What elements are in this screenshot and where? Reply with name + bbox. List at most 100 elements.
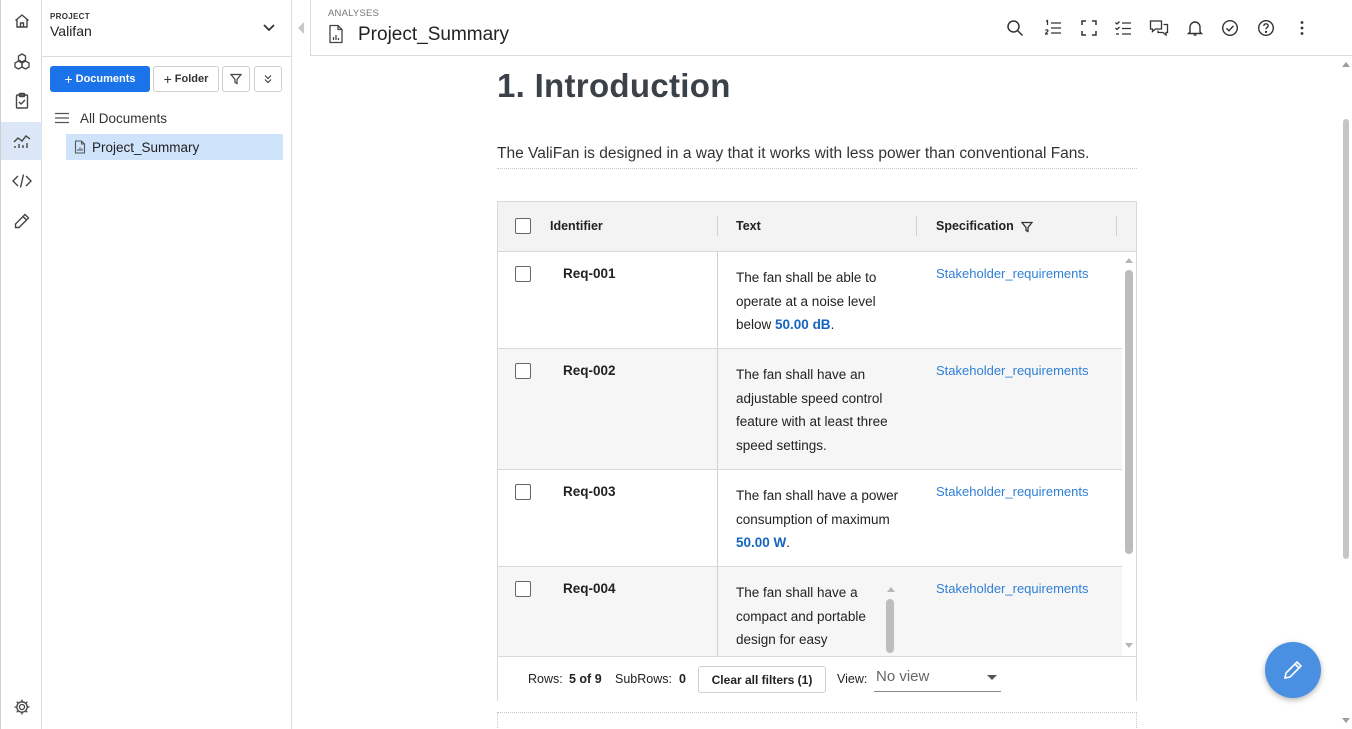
chevron-down-icon[interactable] bbox=[260, 18, 278, 36]
requirement-id[interactable]: Req-002 bbox=[563, 363, 616, 378]
column-header-text[interactable]: Text bbox=[736, 219, 761, 233]
more-vertical-icon[interactable] bbox=[1290, 16, 1314, 40]
value-link[interactable]: 50.00 W bbox=[736, 535, 786, 550]
project-label: PROJECT bbox=[50, 12, 90, 21]
column-resizer[interactable] bbox=[717, 216, 718, 236]
comments-icon[interactable] bbox=[1147, 16, 1171, 40]
text-segment: . bbox=[786, 535, 791, 551]
subrows-label: SubRows: bbox=[615, 672, 672, 686]
edit-fab-button[interactable] bbox=[1265, 642, 1321, 698]
filter-button[interactable] bbox=[222, 66, 250, 92]
collapse-panel-handle[interactable] bbox=[292, 0, 310, 56]
intro-paragraph[interactable]: The ValiFan is designed in a way that it… bbox=[497, 145, 1137, 169]
add-documents-button[interactable]: + Documents bbox=[50, 66, 150, 92]
search-icon[interactable] bbox=[1003, 16, 1027, 40]
page-scrollbar[interactable] bbox=[1340, 57, 1352, 729]
check-circle-icon[interactable] bbox=[1218, 16, 1242, 40]
scroll-down-arrow-icon[interactable] bbox=[1125, 643, 1133, 649]
requirement-text[interactable]: The fan shall be able to operate at a no… bbox=[736, 266, 911, 337]
cell-scrollbar-thumb[interactable] bbox=[886, 599, 894, 653]
select-all-checkbox[interactable] bbox=[515, 218, 531, 234]
panel-divider bbox=[42, 56, 292, 57]
tree-item-project-summary[interactable]: Project_Summary bbox=[66, 134, 283, 160]
specification-link[interactable]: Stakeholder_requirements bbox=[936, 484, 1088, 499]
tree-item-label: Project_Summary bbox=[92, 139, 200, 155]
requirement-text[interactable]: The fan shall have a compact and portabl… bbox=[736, 581, 886, 652]
value-link[interactable]: 50.00 dB bbox=[775, 317, 831, 332]
expand-all-button[interactable] bbox=[254, 66, 282, 92]
specification-link[interactable]: Stakeholder_requirements bbox=[936, 266, 1088, 281]
clipboard-check-icon[interactable] bbox=[1, 82, 42, 120]
home-icon[interactable] bbox=[1, 2, 42, 40]
table-scrollbar[interactable] bbox=[1122, 252, 1136, 656]
add-documents-label: Documents bbox=[75, 73, 136, 85]
scroll-up-arrow-icon[interactable] bbox=[887, 586, 895, 592]
row-checkbox[interactable] bbox=[515, 484, 531, 500]
specification-link[interactable]: Stakeholder_requirements bbox=[936, 581, 1088, 596]
table-row[interactable]: Req-001 The fan shall be able to operate… bbox=[498, 252, 1122, 349]
document-content: 1. Introduction The ValiFan is designed … bbox=[292, 57, 1340, 729]
caret-down-icon bbox=[987, 675, 997, 680]
requirement-id[interactable]: Req-003 bbox=[563, 484, 616, 499]
analyses-chart-icon[interactable] bbox=[1, 122, 42, 160]
help-icon[interactable] bbox=[1254, 16, 1278, 40]
section-heading: 1. Introduction bbox=[497, 67, 731, 104]
text-segment: The fan shall have a power consumption o… bbox=[736, 488, 899, 527]
filter-icon[interactable] bbox=[1021, 221, 1033, 233]
table-row[interactable]: Req-002 The fan shall have an adjustable… bbox=[498, 349, 1122, 470]
cell-divider bbox=[717, 252, 718, 348]
requirement-text[interactable]: The fan shall have a power consumption o… bbox=[736, 484, 911, 555]
column-resizer[interactable] bbox=[916, 216, 917, 236]
cubes-icon[interactable] bbox=[1, 42, 42, 80]
table-footer: Rows: 5 of 9 SubRows: 0 Clear all filter… bbox=[498, 656, 1136, 701]
document-chart-icon bbox=[74, 140, 86, 154]
scroll-up-arrow-icon[interactable] bbox=[1342, 61, 1350, 67]
plus-icon: + bbox=[64, 71, 73, 87]
column-header-specification[interactable]: Specification bbox=[936, 219, 1014, 233]
table-scrollbar-thumb[interactable] bbox=[1125, 270, 1133, 554]
checklist-icon[interactable] bbox=[1111, 16, 1135, 40]
row-checkbox[interactable] bbox=[515, 266, 531, 282]
table-row[interactable]: Req-003 The fan shall have a power consu… bbox=[498, 470, 1122, 567]
ruler-pencil-icon[interactable] bbox=[1, 202, 42, 240]
add-folder-button[interactable]: + Folder bbox=[153, 66, 219, 92]
tree-item-label: All Documents bbox=[80, 110, 168, 126]
scroll-up-arrow-icon[interactable] bbox=[1125, 257, 1133, 263]
settings-gear-icon[interactable] bbox=[1, 688, 42, 726]
code-icon[interactable] bbox=[1, 162, 42, 200]
project-name[interactable]: Valifan bbox=[50, 23, 92, 39]
specification-link[interactable]: Stakeholder_requirements bbox=[936, 363, 1088, 378]
next-section-placeholder bbox=[497, 712, 1137, 729]
clear-filters-button[interactable]: Clear all filters (1) bbox=[698, 666, 826, 693]
table-row[interactable]: Req-004 The fan shall have a compact and… bbox=[498, 567, 1122, 656]
fullscreen-icon[interactable] bbox=[1077, 16, 1101, 40]
view-select[interactable]: No view bbox=[874, 665, 1001, 692]
requirement-id[interactable]: Req-004 bbox=[563, 581, 616, 596]
row-checkbox[interactable] bbox=[515, 581, 531, 597]
view-select-value: No view bbox=[876, 668, 930, 685]
add-folder-label: Folder bbox=[174, 73, 209, 85]
row-checkbox[interactable] bbox=[515, 363, 531, 379]
document-header: ANALYSES Project_Summary bbox=[310, 0, 1352, 56]
nav-rail bbox=[0, 0, 42, 729]
text-segment: . bbox=[830, 317, 835, 333]
view-label: View: bbox=[837, 672, 868, 686]
header-divider bbox=[310, 0, 311, 56]
rows-count: 5 of 9 bbox=[569, 672, 602, 686]
tree-item-all-documents[interactable]: All Documents bbox=[54, 108, 167, 128]
column-resizer[interactable] bbox=[1116, 216, 1117, 236]
column-header-identifier[interactable]: Identifier bbox=[550, 219, 603, 233]
numbered-list-icon[interactable] bbox=[1041, 16, 1065, 40]
bell-icon[interactable] bbox=[1183, 16, 1207, 40]
breadcrumb[interactable]: ANALYSES bbox=[328, 8, 379, 19]
requirement-id[interactable]: Req-001 bbox=[563, 266, 616, 281]
project-panel: PROJECT Valifan + Documents + Folder All… bbox=[42, 0, 292, 729]
page-scrollbar-thumb[interactable] bbox=[1343, 119, 1349, 559]
text-segment: The fan shall have an adjustable speed c… bbox=[736, 367, 888, 454]
requirement-text[interactable]: The fan shall have an adjustable speed c… bbox=[736, 363, 911, 458]
caret-left-icon bbox=[298, 22, 304, 34]
scroll-down-arrow-icon[interactable] bbox=[1342, 718, 1350, 724]
rows-label: Rows: bbox=[528, 672, 563, 686]
cell-divider bbox=[717, 470, 718, 566]
cell-divider bbox=[717, 567, 718, 656]
